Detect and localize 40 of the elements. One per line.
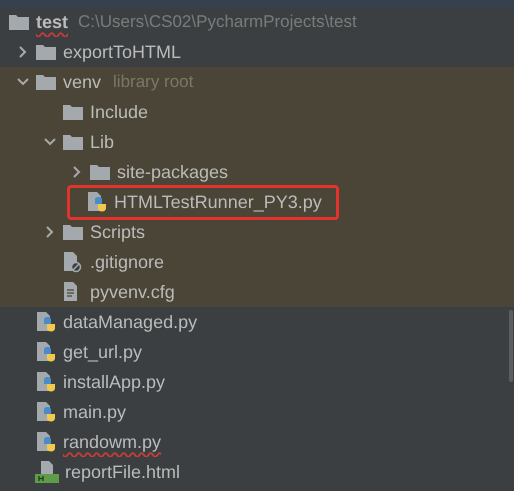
folder-icon	[62, 223, 84, 241]
python-file-icon	[35, 431, 57, 453]
folder-icon	[62, 103, 84, 121]
python-file-icon	[86, 191, 108, 213]
item-name[interactable]: HTMLTestRunner_PY3.py	[114, 188, 322, 216]
item-name[interactable]: installApp.py	[63, 368, 166, 396]
folder-icon	[89, 163, 111, 181]
ignored-file-icon	[62, 251, 84, 273]
tree-row[interactable]: HTMLTestRunner_PY3.py	[0, 187, 514, 217]
python-file-icon	[35, 311, 57, 333]
item-name[interactable]: test	[36, 8, 68, 36]
item-name[interactable]: venv	[63, 68, 102, 96]
folder-icon	[35, 73, 57, 91]
python-file-icon	[35, 401, 57, 423]
item-name[interactable]: dataManaged.py	[63, 308, 198, 336]
item-name[interactable]: get_url.py	[63, 338, 142, 366]
tree-row[interactable]: Scripts	[0, 217, 514, 247]
item-name[interactable]: exportToHTML	[63, 38, 182, 66]
item-name[interactable]: Include	[90, 98, 148, 126]
project-path: C:\Users\CS02\PycharmProjects\test	[78, 11, 357, 34]
scrollbar[interactable]	[509, 310, 513, 382]
item-name[interactable]: .gitignore	[90, 248, 164, 276]
item-name[interactable]: Lib	[90, 128, 114, 156]
tree-row[interactable]: .gitignore	[0, 247, 514, 277]
item-name[interactable]: site-packages	[117, 158, 228, 186]
item-name[interactable]: reportFile.html	[65, 458, 180, 486]
tree-row[interactable]: site-packages	[0, 157, 514, 187]
item-name[interactable]: Scripts	[90, 218, 146, 246]
folder-icon	[35, 43, 57, 61]
folder-icon	[62, 133, 84, 151]
tree-row[interactable]: pyvenv.cfg	[0, 277, 514, 307]
folder-icon	[8, 13, 30, 31]
item-name[interactable]: randowm.py	[63, 428, 162, 456]
item-name[interactable]: pyvenv.cfg	[90, 278, 175, 306]
python-file-icon	[35, 371, 57, 393]
tree-row[interactable]: Lib	[0, 127, 514, 157]
tree-row[interactable]: Include	[0, 97, 514, 127]
html-file-icon	[35, 461, 59, 483]
python-file-icon	[35, 341, 57, 363]
item-name[interactable]: main.py	[63, 398, 126, 426]
